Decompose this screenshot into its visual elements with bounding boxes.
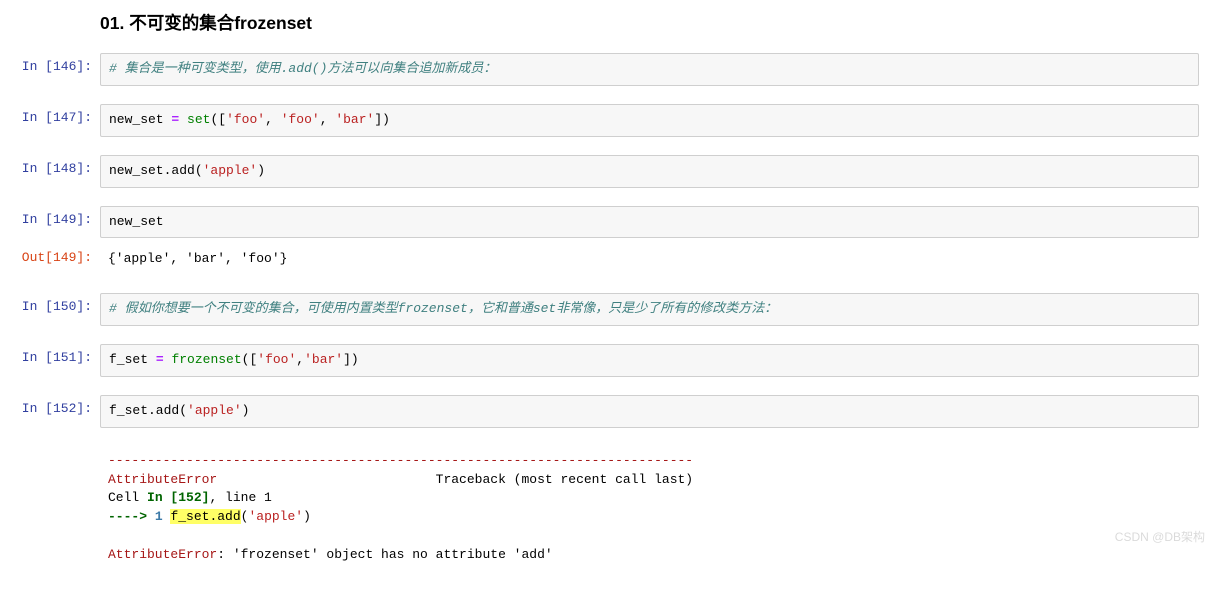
code-input[interactable]: f_set = frozenset(['foo','bar']) <box>100 344 1199 377</box>
code-token: ) <box>242 403 250 418</box>
traceback-paren-close: ) <box>303 509 311 524</box>
output-row: Out[149]:{'apple', 'bar', 'foo'} <box>0 244 1211 275</box>
traceback-row: ----------------------------------------… <box>0 446 1211 571</box>
code-token: ([ <box>210 112 226 127</box>
code-token: frozenset <box>171 352 241 367</box>
code-token: , <box>265 112 281 127</box>
in-prompt: In [149]: <box>0 206 100 227</box>
input-row: In [148]:new_set.add('apple') <box>0 155 1211 188</box>
cells-container: In [146]: # 集合是一种可变类型，使用.add()方法可以向集合追加新成… <box>0 53 1211 446</box>
traceback-cell-pre: Cell <box>108 490 147 505</box>
section-heading: 01. 不可变的集合frozenset <box>100 10 312 35</box>
traceback-cell-in: In [152] <box>147 490 209 505</box>
in-prompt: In [151]: <box>0 344 100 365</box>
code-input[interactable]: new_set <box>100 206 1199 239</box>
input-row: In [149]: new_set <box>0 206 1211 239</box>
code-input[interactable]: # 集合是一种可变类型，使用.add()方法可以向集合追加新成员： <box>100 53 1199 86</box>
input-row: In [150]: # 假如你想要一个不可变的集合，可使用内置类型frozense… <box>0 293 1211 326</box>
traceback-arrow: ----> <box>108 509 155 524</box>
in-prompt: In [152]: <box>0 395 100 416</box>
in-prompt: In [150]: <box>0 293 100 314</box>
code-token: 'bar' <box>304 352 343 367</box>
code-token: , <box>320 112 336 127</box>
notebook: 01. 不可变的集合frozenset In [146]: # 集合是一种可变类型… <box>0 0 1211 595</box>
input-row: In [146]: # 集合是一种可变类型，使用.add()方法可以向集合追加新成… <box>0 53 1211 86</box>
code-token: 'apple' <box>203 163 258 178</box>
traceback-label: Traceback (most recent call last) <box>436 472 693 487</box>
traceback-lineno: 1 <box>155 509 163 524</box>
code-token: new_set.add( <box>109 163 203 178</box>
code-token: # 集合是一种可变类型，使用.add()方法可以向集合追加新成员： <box>109 61 496 76</box>
code-token: 'foo' <box>226 112 265 127</box>
code-token: ]) <box>374 112 390 127</box>
code-token <box>179 112 187 127</box>
heading-gutter <box>0 0 100 53</box>
code-token: f_set.add( <box>109 403 187 418</box>
in-prompt: In [147]: <box>0 104 100 125</box>
code-token: f_set <box>109 352 156 367</box>
code-token: 'foo' <box>281 112 320 127</box>
traceback-gutter <box>0 446 100 452</box>
code-token: 'foo' <box>257 352 296 367</box>
code-token: 'bar' <box>335 112 374 127</box>
input-row: In [152]:f_set.add('apple') <box>0 395 1211 428</box>
code-input[interactable]: # 假如你想要一个不可变的集合，可使用内置类型frozenset，它和普通set… <box>100 293 1199 326</box>
out-prompt: Out[149]: <box>0 244 100 265</box>
code-token: set <box>187 112 210 127</box>
code-token: ]) <box>343 352 359 367</box>
code-token: ) <box>257 163 265 178</box>
input-row: In [151]:f_set = frozenset(['foo','bar']… <box>0 344 1211 377</box>
code-token: # 假如你想要一个不可变的集合，可使用内置类型frozenset，它和普通set… <box>109 301 777 316</box>
input-row: In [147]:new_set = set(['foo', 'foo', 'b… <box>0 104 1211 137</box>
traceback-highlight: f_set.add <box>170 509 240 524</box>
traceback-cell-post: , line 1 <box>209 490 271 505</box>
traceback-final-msg: : 'frozenset' object has no attribute 'a… <box>217 547 552 562</box>
code-token: ([ <box>242 352 258 367</box>
code-input[interactable]: f_set.add('apple') <box>100 395 1199 428</box>
output-text: {'apple', 'bar', 'foo'} <box>100 244 1199 275</box>
code-token: new_set <box>109 214 164 229</box>
traceback-separator: ----------------------------------------… <box>108 453 693 468</box>
traceback-arg-str: 'apple' <box>248 509 303 524</box>
code-input[interactable]: new_set.add('apple') <box>100 155 1199 188</box>
code-token: 'apple' <box>187 403 242 418</box>
in-prompt: In [146]: <box>0 53 100 74</box>
traceback-output: ----------------------------------------… <box>100 446 1199 571</box>
in-prompt: In [148]: <box>0 155 100 176</box>
traceback-final-errname: AttributeError <box>108 547 217 562</box>
code-token: , <box>296 352 304 367</box>
code-token: new_set <box>109 112 171 127</box>
code-input[interactable]: new_set = set(['foo', 'foo', 'bar']) <box>100 104 1199 137</box>
traceback-errname: AttributeError <box>108 472 217 487</box>
code-token: = <box>156 352 164 367</box>
